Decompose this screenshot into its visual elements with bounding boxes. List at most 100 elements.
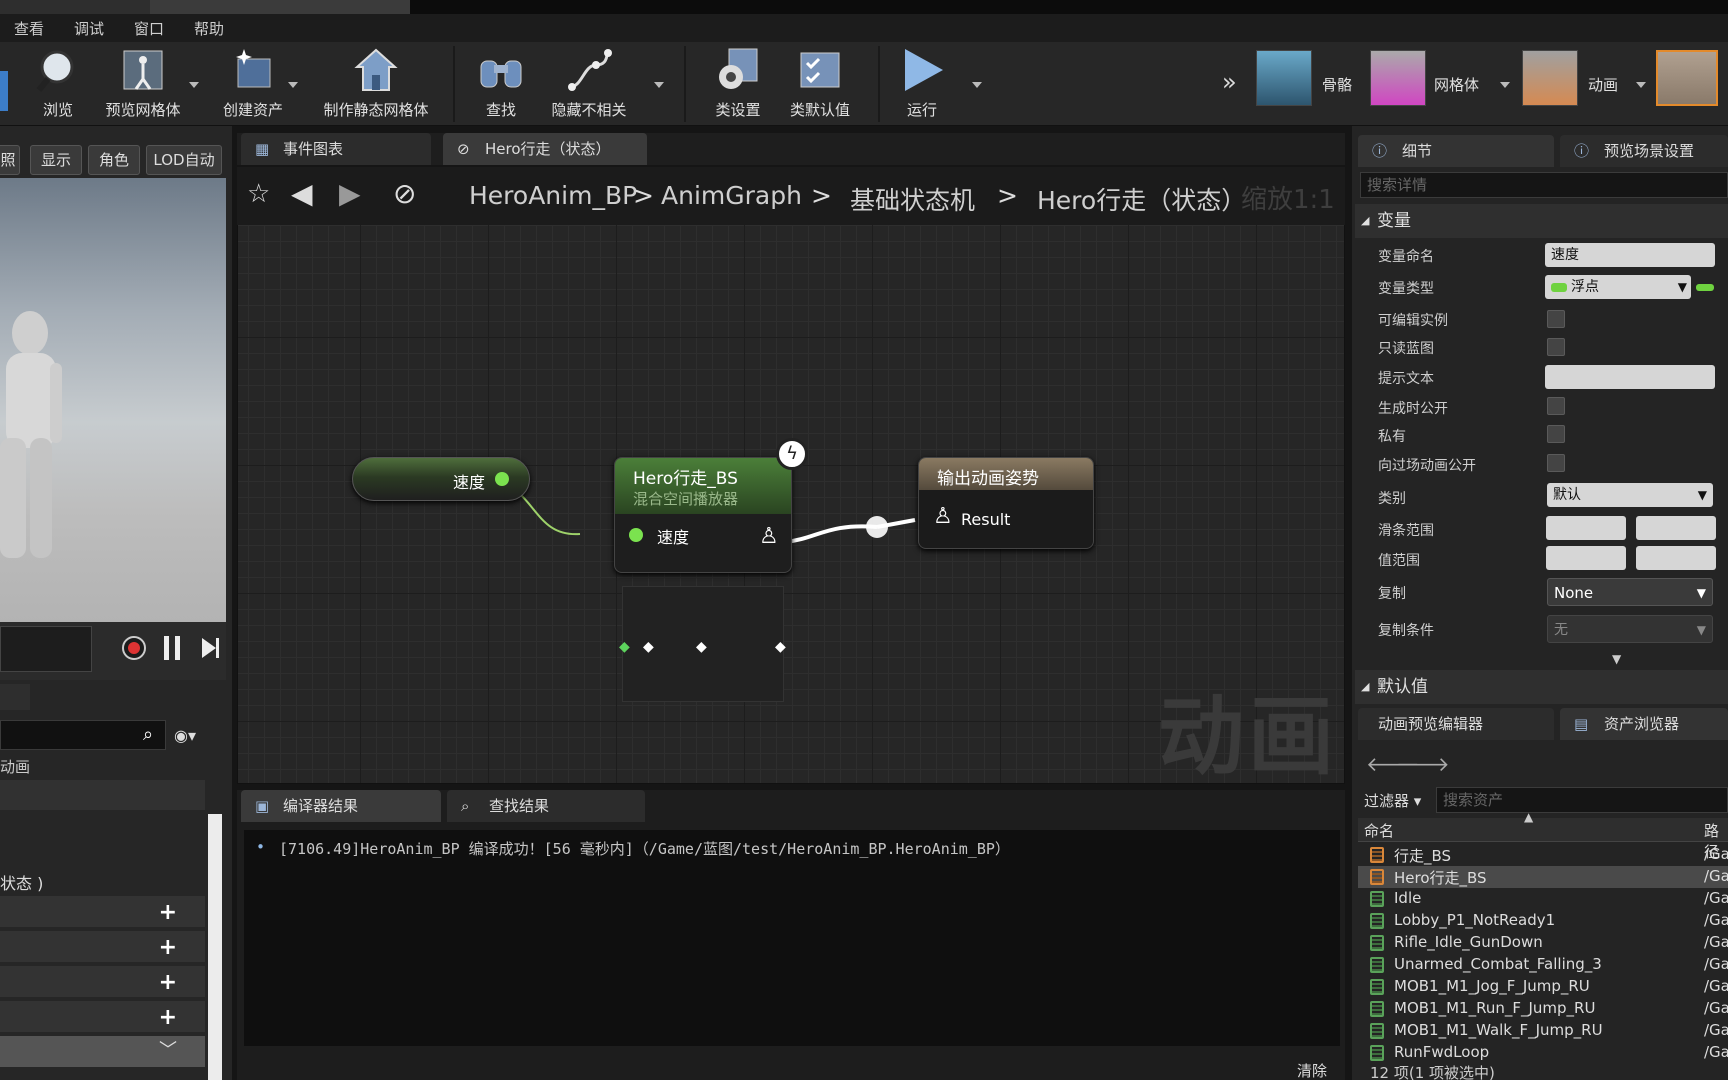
asset-row[interactable]: Rifle_Idle_GunDown/Ga [1358, 932, 1728, 954]
mesh-mode-dropdown-icon[interactable] [1500, 82, 1510, 88]
asset-row[interactable]: Lobby_P1_NotReady1/Ga [1358, 910, 1728, 932]
menu-debug[interactable]: 调试 [74, 18, 104, 39]
asset-row[interactable]: MOB1_M1_Run_F_Jump_RU/Ga [1358, 998, 1728, 1020]
run-button[interactable]: 运行 [894, 42, 950, 126]
tab-anim-preview-editor[interactable]: 动画预览编辑器 [1358, 708, 1554, 740]
add-icon[interactable]: + [159, 900, 177, 925]
left-panel-tab[interactable] [0, 684, 30, 710]
preview-viewport[interactable] [0, 178, 226, 622]
tree-row[interactable] [0, 780, 205, 810]
asset-row[interactable]: MOB1_M1_Jog_F_Jump_RU/Ga [1358, 976, 1728, 998]
menu-window[interactable]: 窗口 [134, 18, 164, 39]
asset-row[interactable]: Idle/Ga [1358, 888, 1728, 910]
pause-icon[interactable] [164, 636, 180, 660]
visibility-eye-icon[interactable]: ◉▾ [174, 726, 196, 745]
viewport-lighting-button[interactable]: 照 [0, 145, 20, 175]
add-icon[interactable]: + [159, 935, 177, 960]
asset-row[interactable]: 行走_BS/Ga [1358, 844, 1728, 866]
private-checkbox[interactable] [1547, 425, 1565, 443]
left-scrollbar[interactable] [208, 814, 222, 1080]
mesh-mode-thumb[interactable] [1370, 50, 1426, 106]
blendspace-player-node[interactable]: Hero行走_BS 混合空间播放器 速度 ♙ [614, 457, 792, 573]
class-defaults-button[interactable]: 类默认值 [784, 42, 856, 126]
advanced-expand-icon[interactable]: ▼ [1612, 652, 1621, 666]
blueprint-readonly-checkbox[interactable] [1547, 338, 1565, 356]
output-pose-node[interactable]: 输出动画姿势 ♙ Result [918, 457, 1094, 549]
category-row[interactable]: + [0, 1001, 205, 1033]
create-asset-button[interactable]: 创建资产 [216, 42, 290, 126]
clear-button[interactable]: 清除 [1297, 1060, 1327, 1080]
preview-mesh-dropdown-icon[interactable] [189, 82, 199, 88]
tab-details[interactable]: ⓘ 细节 [1358, 135, 1554, 167]
replication-condition-dropdown[interactable]: 无 ▼ [1547, 615, 1713, 643]
slider-range-min-input[interactable] [1546, 516, 1626, 540]
asset-row[interactable]: MOB1_M1_Walk_F_Jump_RU/Ga [1358, 1020, 1728, 1042]
skeleton-mode-thumb[interactable] [1256, 50, 1312, 106]
menu-view[interactable]: 查看 [14, 18, 44, 39]
expose-on-spawn-checkbox[interactable] [1547, 397, 1565, 415]
category-row-selected[interactable]: ﹀ [0, 1036, 205, 1068]
chevron-down-icon[interactable]: ﹀ [159, 1036, 177, 1062]
variable-name-input[interactable]: 速度 [1545, 243, 1715, 267]
replication-dropdown[interactable]: None ▼ [1547, 578, 1713, 606]
tooltip-input[interactable] [1545, 365, 1715, 389]
window-tab-active[interactable] [150, 0, 410, 14]
speed-variable-node[interactable]: 速度 [352, 457, 530, 501]
add-icon[interactable]: + [159, 970, 177, 995]
history-forward-icon[interactable]: 🡒 [1396, 752, 1450, 776]
timeline-field[interactable] [0, 626, 92, 672]
expose-to-cinematics-checkbox[interactable] [1547, 454, 1565, 472]
hide-unrelated-dropdown-icon[interactable] [654, 82, 664, 88]
run-dropdown-icon[interactable] [972, 82, 982, 88]
tab-preview-scene[interactable]: ⓘ 预览场景设置 [1560, 135, 1728, 167]
find-button[interactable]: 查找 [472, 42, 530, 126]
record-icon[interactable] [122, 636, 146, 660]
step-forward-icon[interactable] [200, 636, 220, 664]
container-type-icon[interactable] [1696, 284, 1714, 291]
slider-range-max-input[interactable] [1636, 516, 1716, 540]
column-name-header[interactable]: 命名 [1364, 820, 1394, 841]
filter-dropdown[interactable]: 过滤器 ▾ [1364, 790, 1421, 811]
viewport-character-button[interactable]: 角色 [88, 145, 140, 175]
asset-search-input[interactable]: 搜索资产 [1436, 787, 1728, 813]
value-range-min-input[interactable] [1546, 546, 1626, 570]
speed-output-pin[interactable] [495, 472, 509, 486]
menu-help[interactable]: 帮助 [194, 18, 224, 39]
variable-type-dropdown[interactable]: 浮点 ▼ [1545, 275, 1691, 299]
left-search-input[interactable] [0, 720, 166, 750]
blueprint-mode-thumb[interactable] [1656, 50, 1718, 106]
pose-input-icon[interactable]: ♙ [933, 504, 953, 529]
asset-row[interactable]: Hero行走_BS/Ga [1358, 866, 1728, 888]
asset-row[interactable]: RunFwdLoop/Ga [1358, 1042, 1728, 1064]
skeleton-mode-label[interactable]: 骨骼 [1322, 74, 1352, 95]
window-tab[interactable] [0, 0, 150, 14]
preview-mesh-button[interactable]: 预览网格体 [100, 42, 186, 126]
instance-editable-checkbox[interactable] [1547, 310, 1565, 328]
add-icon[interactable]: + [159, 1005, 177, 1030]
hide-unrelated-button[interactable]: 隐藏不相关 [546, 42, 632, 126]
pose-output-icon[interactable]: ♙ [759, 524, 779, 549]
tab-find-results[interactable]: ⌕ 查找结果 [447, 790, 645, 822]
viewport-lod-button[interactable]: LOD自动 [146, 145, 222, 175]
tab-hero-walk-state[interactable]: ⊘ Hero行走（状态） [443, 133, 647, 165]
animation-mode-dropdown-icon[interactable] [1636, 82, 1646, 88]
value-range-max-input[interactable] [1636, 546, 1716, 570]
overflow-chevron-icon[interactable]: » [1222, 42, 1242, 126]
viewport-show-button[interactable]: 显示 [30, 145, 82, 175]
animation-mode-thumb[interactable] [1522, 50, 1578, 106]
category-row[interactable]: + [0, 896, 205, 928]
mesh-mode-label[interactable]: 网格体 [1434, 74, 1479, 95]
category-row[interactable]: + [0, 966, 205, 998]
animation-mode-label[interactable]: 动画 [1588, 74, 1618, 95]
class-settings-button[interactable]: 类设置 [708, 42, 768, 126]
create-asset-dropdown-icon[interactable] [288, 82, 298, 88]
tab-compiler-results[interactable]: ▣ 编译器结果 [241, 790, 441, 822]
category-row[interactable]: + [0, 931, 205, 963]
default-value-section-header[interactable]: ◢ 默认值 [1355, 670, 1728, 704]
tab-asset-browser[interactable]: ▤ 资产浏览器 [1560, 708, 1728, 740]
tab-event-graph[interactable]: ▦ 事件图表 [241, 133, 431, 165]
category-dropdown[interactable]: 默认 ▼ [1547, 483, 1713, 507]
asset-row[interactable]: Unarmed_Combat_Falling_3/Ga [1358, 954, 1728, 976]
browse-button[interactable]: 浏览 [30, 42, 86, 126]
make-static-mesh-button[interactable]: 制作静态网格体 [318, 42, 434, 126]
